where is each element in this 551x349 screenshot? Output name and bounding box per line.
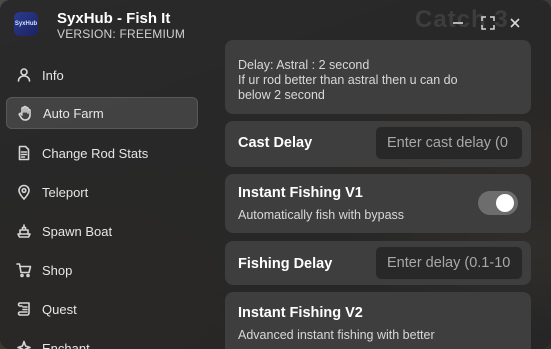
sidebar-item-label: Auto Farm bbox=[43, 105, 104, 121]
sidebar-item-label: Teleport bbox=[42, 184, 89, 200]
delay-info-line-3: below 2 second bbox=[238, 88, 325, 102]
sidebar: Info Auto Farm Change Rod Stats Teleport… bbox=[0, 56, 204, 349]
cast-delay-title: Cast Delay bbox=[238, 135, 313, 151]
maximize-button[interactable] bbox=[478, 13, 498, 33]
maximize-icon bbox=[481, 16, 495, 30]
delay-info-line-2: If ur rod better than astral then u can … bbox=[238, 73, 458, 87]
sidebar-item-label: Info bbox=[42, 67, 64, 83]
file-icon bbox=[14, 143, 34, 163]
cast-delay-input[interactable] bbox=[375, 126, 523, 160]
instant-fishing-v1-desc: Automatically fish with bypass bbox=[238, 208, 405, 222]
map-pin-icon bbox=[14, 182, 34, 202]
sidebar-item-change-rod-stats[interactable]: Change Rod Stats bbox=[6, 137, 198, 169]
sidebar-item-spawn-boat[interactable]: Spawn Boat bbox=[6, 215, 198, 247]
instant-fishing-v2-title: Instant Fishing V2 bbox=[238, 305, 363, 321]
ship-icon bbox=[14, 221, 34, 241]
toggle-knob bbox=[496, 194, 514, 212]
hand-icon bbox=[15, 103, 35, 123]
close-button[interactable] bbox=[505, 13, 525, 33]
sparkle-icon bbox=[14, 338, 34, 349]
fishing-delay-card: Fishing Delay bbox=[225, 241, 531, 285]
delay-info-card: Delay: Astral : 2 second If ur rod bette… bbox=[225, 40, 531, 114]
app-title: SyxHub - Fish It bbox=[57, 10, 171, 27]
sidebar-item-label: Shop bbox=[42, 262, 73, 278]
logo-text: SyxHub bbox=[14, 21, 38, 27]
user-icon bbox=[14, 65, 34, 85]
sidebar-item-label: Change Rod Stats bbox=[42, 145, 149, 161]
fishing-delay-title: Fishing Delay bbox=[238, 256, 333, 272]
instant-fishing-v1-toggle[interactable] bbox=[478, 191, 518, 215]
hub-window: Catch 3 SyxHub SyxHub - Fish It VERSION:… bbox=[0, 0, 551, 349]
sidebar-item-label: Spawn Boat bbox=[42, 223, 113, 239]
instant-fishing-v1-card: Instant Fishing V1 Automatically fish wi… bbox=[225, 174, 531, 233]
sidebar-item-auto-farm[interactable]: Auto Farm bbox=[6, 97, 198, 129]
app-version: VERSION: FREEMIUM bbox=[57, 27, 186, 41]
instant-fishing-v2-desc: Advanced instant fishing with better bbox=[238, 328, 435, 342]
main-content: Delay: Astral : 2 second If ur rod bette… bbox=[225, 40, 533, 349]
sidebar-item-teleport[interactable]: Teleport bbox=[6, 176, 198, 208]
cart-icon bbox=[14, 260, 34, 280]
minimize-icon bbox=[453, 22, 463, 24]
cast-delay-card: Cast Delay bbox=[225, 121, 531, 167]
instant-fishing-v1-title: Instant Fishing V1 bbox=[238, 185, 363, 201]
sidebar-item-label: Enchant bbox=[42, 340, 90, 349]
instant-fishing-v2-card: Instant Fishing V2 Advanced instant fish… bbox=[225, 292, 531, 349]
delay-info-line-1: Delay: Astral : 2 second bbox=[238, 58, 370, 72]
app-logo: SyxHub bbox=[14, 12, 38, 36]
sidebar-item-quest[interactable]: Quest bbox=[6, 293, 198, 325]
sidebar-item-info[interactable]: Info bbox=[6, 59, 198, 91]
minimize-button[interactable] bbox=[448, 13, 468, 33]
sidebar-item-enchant[interactable]: Enchant bbox=[6, 332, 198, 349]
sidebar-item-shop[interactable]: Shop bbox=[6, 254, 198, 286]
sidebar-item-label: Quest bbox=[42, 301, 77, 317]
scroll-icon bbox=[14, 299, 34, 319]
close-icon bbox=[510, 18, 520, 28]
fishing-delay-input[interactable] bbox=[375, 246, 523, 280]
